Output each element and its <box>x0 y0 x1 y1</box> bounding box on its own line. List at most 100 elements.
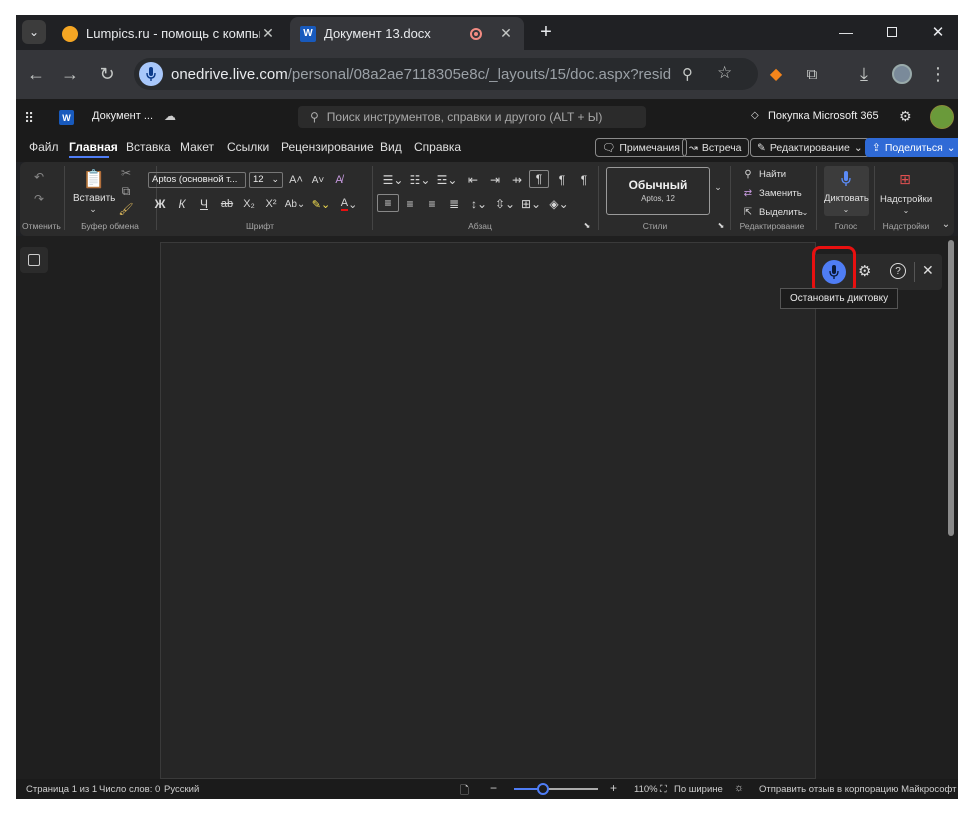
replace-button[interactable]: Заменить <box>759 188 802 199</box>
tab-insert[interactable]: Вставка <box>126 140 171 154</box>
zoom-slider[interactable] <box>514 783 598 795</box>
superscript-icon[interactable]: X² <box>262 196 280 212</box>
format-painter-icon[interactable]: 🖌 <box>118 202 134 216</box>
close-window-button[interactable]: ✕ <box>926 20 950 44</box>
document-page[interactable] <box>160 242 816 779</box>
underline-icon[interactable]: Ч <box>196 196 212 212</box>
tab-references[interactable]: Ссылки <box>227 140 269 154</box>
dialog-launcher-icon[interactable]: ⬊ <box>582 220 592 230</box>
close-icon[interactable]: ✕ <box>498 25 514 42</box>
dictation-settings-gear-icon[interactable]: ⚙ <box>858 262 871 280</box>
buy-microsoft365-link[interactable]: Покупка Microsoft 365 <box>768 110 879 122</box>
view-page-icon[interactable]: 🗋 <box>460 782 469 799</box>
line-spacing-icon[interactable]: ↕⌄ <box>468 196 490 212</box>
subscript-icon[interactable]: X₂ <box>240 196 258 212</box>
dialog-launcher-icon[interactable]: ⬊ <box>716 220 726 230</box>
change-case-icon[interactable]: Ab⌄ <box>284 196 306 212</box>
tab-search-button[interactable]: ⌄ <box>22 20 46 44</box>
zoom-slider-thumb[interactable] <box>537 783 550 795</box>
tab-lumpics[interactable]: Lumpics.ru - помощь с компью ✕ <box>52 17 286 50</box>
paste-button-label[interactable]: Вставить <box>73 193 115 204</box>
tab-help[interactable]: Справка <box>414 140 461 154</box>
align-left-icon[interactable]: ≡ <box>377 194 399 212</box>
justify-icon[interactable]: ≣ <box>446 196 462 212</box>
replace-icon[interactable]: ⇄ <box>742 187 754 199</box>
page-count[interactable]: Страница 1 из 1 <box>26 784 97 795</box>
rtl-icon[interactable]: ⇸ <box>509 172 525 188</box>
meeting-button[interactable]: ↝ Встреча <box>682 138 749 157</box>
profile-avatar[interactable] <box>890 62 914 86</box>
tab-home[interactable]: Главная <box>69 140 118 154</box>
font-name-dropdown[interactable]: Aptos (основной т... <box>148 172 246 188</box>
editing-mode-button[interactable]: ✎ Редактирование ⌄ <box>750 138 870 157</box>
language[interactable]: Русский <box>164 784 199 795</box>
chevron-down-icon[interactable]: ⌄ <box>900 205 912 215</box>
select-button[interactable]: Выделить <box>759 207 803 218</box>
font-size-dropdown[interactable]: 12 ⌄ <box>249 172 283 188</box>
zoom-lens-icon[interactable]: ⚲ <box>682 65 693 83</box>
tab-review[interactable]: Рецензирование <box>281 140 374 154</box>
tab-view[interactable]: Вид <box>380 140 402 154</box>
back-icon[interactable]: ← <box>24 62 48 86</box>
sun-icon[interactable]: ☼ <box>734 782 744 794</box>
decrease-font-icon[interactable]: A˅ <box>310 172 326 188</box>
paste-clipboard-icon[interactable]: 📋 <box>83 168 105 190</box>
chevron-down-icon[interactable]: ⌄ <box>800 207 810 217</box>
star-icon[interactable]: ☆ <box>717 63 732 83</box>
word-count[interactable]: Число слов: 0 <box>99 784 160 795</box>
paragraph-mark-icon[interactable]: ¶ <box>554 172 570 188</box>
user-avatar[interactable] <box>930 105 954 129</box>
copy-icon[interactable]: ⧉ <box>118 184 134 198</box>
find-button[interactable]: Найти <box>759 169 786 180</box>
align-center-icon[interactable]: ≡ <box>402 196 418 212</box>
address-bar[interactable]: onedrive.live.com/personal/08a2ae7118305… <box>134 58 758 90</box>
tab-file[interactable]: Файл <box>29 140 59 154</box>
font-color-icon[interactable]: A ⌄ <box>338 196 360 212</box>
clear-formatting-icon[interactable]: A̸ <box>331 172 347 188</box>
zoom-in-button[interactable]: + <box>610 781 617 795</box>
cut-scissors-icon[interactable]: ✂ <box>118 166 134 180</box>
undo-icon[interactable]: ↶ <box>30 168 48 186</box>
numbering-icon[interactable]: ☷⌄ <box>409 172 431 188</box>
reload-icon[interactable]: ↻ <box>95 62 119 86</box>
bullets-icon[interactable]: ☰⌄ <box>382 172 404 188</box>
find-icon[interactable]: ⚲ <box>742 168 754 180</box>
maximize-button[interactable] <box>880 20 904 44</box>
align-right-icon[interactable]: ≡ <box>424 196 440 212</box>
ltr-paragraph-icon[interactable]: ¶ <box>529 170 549 188</box>
strikethrough-icon[interactable]: ab <box>218 196 236 212</box>
help-icon[interactable]: ? <box>890 263 906 279</box>
dictate-button[interactable]: Диктовать ⌄ <box>824 166 869 216</box>
styles-more-icon[interactable]: ⌄ <box>712 180 724 194</box>
navigation-pane-button[interactable] <box>20 247 48 273</box>
fit-width-button[interactable]: По ширине <box>674 784 723 795</box>
download-icon[interactable]: ⤓ <box>852 62 876 86</box>
addins-icon[interactable]: ⊞ <box>896 170 914 188</box>
tab-document[interactable]: W Документ 13.docx ✕ <box>290 17 524 50</box>
paragraph-spacing-icon[interactable]: ⇳⌄ <box>494 196 516 212</box>
settings-gear-icon[interactable]: ⚙ <box>899 108 912 125</box>
tab-layout[interactable]: Макет <box>180 140 214 154</box>
select-icon[interactable]: ⇱ <box>742 206 754 218</box>
italic-icon[interactable]: К <box>174 196 190 212</box>
increase-font-icon[interactable]: A˄ <box>288 172 304 188</box>
document-title[interactable]: Документ ... <box>92 110 153 122</box>
multilevel-list-icon[interactable]: ☲⌄ <box>436 172 458 188</box>
close-icon[interactable]: ✕ <box>922 262 934 279</box>
chevron-down-icon[interactable]: ⌄ <box>86 204 100 214</box>
metamask-extension-icon[interactable]: ◆ <box>764 62 788 86</box>
zoom-out-button[interactable]: − <box>490 781 497 795</box>
stop-dictation-button[interactable] <box>822 260 846 284</box>
increase-indent-icon[interactable]: ⇥ <box>487 172 503 188</box>
redo-icon[interactable]: ↷ <box>30 190 48 208</box>
search-input[interactable]: ⚲ Поиск инструментов, справки и другого … <box>298 106 646 128</box>
forward-icon[interactable]: → <box>58 62 82 86</box>
borders-icon[interactable]: ⊞⌄ <box>520 196 542 212</box>
share-button[interactable]: ⇪ Поделиться ⌄ <box>865 138 958 157</box>
app-launcher-icon[interactable]: ⠿ <box>24 110 34 127</box>
minimize-button[interactable]: — <box>834 20 858 44</box>
new-tab-button[interactable]: + <box>534 20 558 44</box>
scrollbar-thumb[interactable] <box>948 240 954 536</box>
zoom-percent[interactable]: 110% <box>634 784 658 795</box>
shading-icon[interactable]: ◈⌄ <box>548 196 570 212</box>
